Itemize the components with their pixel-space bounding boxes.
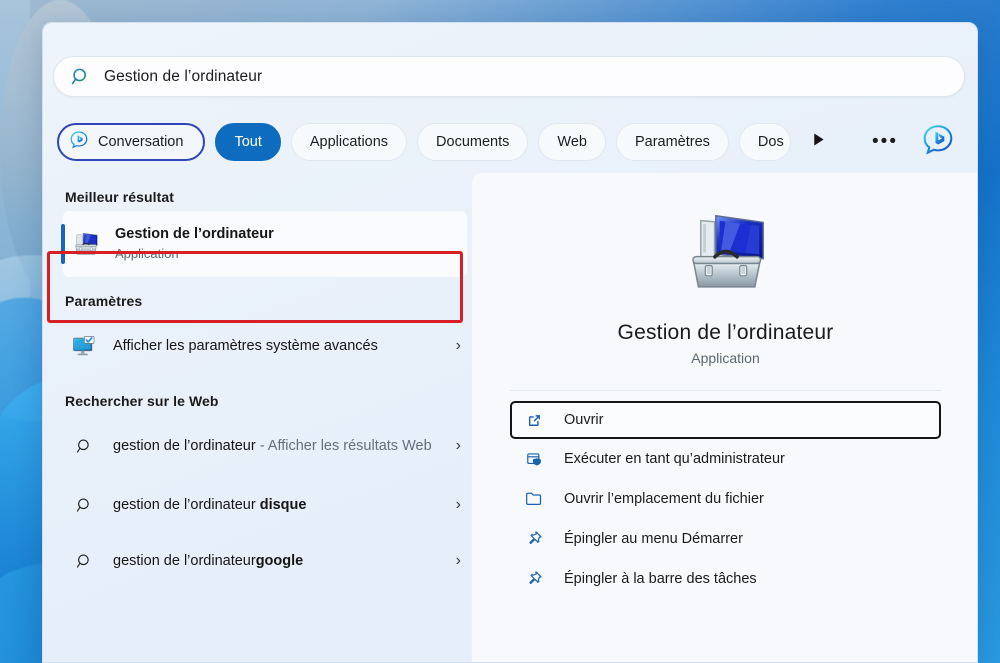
result-query-part: gestion de l’ordinateur [113, 496, 260, 513]
filter-chip-web[interactable]: Web [538, 123, 606, 161]
filter-chip-label: Web [557, 134, 587, 150]
filter-chip-parametres[interactable]: Paramètres [615, 123, 729, 161]
filter-chip-applications[interactable]: Applications [290, 123, 408, 161]
result-keyword-part: disque [259, 496, 307, 513]
chevron-right-icon: › [455, 496, 461, 513]
action-label: Épingler à la barre des tâches [564, 571, 757, 587]
search-query-text: Gestion de l’ordinateur [104, 67, 263, 85]
results-list: Meilleur résultat Gestion de l’ordinateu… [43, 173, 471, 662]
group-header-parametres: Paramètres [65, 293, 143, 309]
action-open-file-location[interactable]: Ouvrir l’emplacement du fichier [510, 479, 941, 519]
result-web-suggestion-3[interactable]: gestion de l’ordinateurgoogle › [61, 533, 471, 589]
filter-chip-label: Documents [436, 134, 510, 150]
result-title: gestion de l’ordinateur - Afficher les r… [113, 437, 448, 456]
app-preview-pane: Gestion de l’ordinateur Application Ouvr… [471, 173, 977, 662]
filter-chip-bar: Conversation Tout Applications Documents… [53, 116, 965, 168]
filter-chip-conversation[interactable]: Conversation [57, 123, 206, 161]
result-web-suggestion-2[interactable]: gestion de l’ordinateur disque › [61, 477, 471, 533]
selection-indicator-bar [61, 224, 65, 264]
bing-chat-button[interactable] [918, 122, 958, 162]
action-label: Ouvrir l’emplacement du fichier [564, 491, 764, 507]
filter-chip-label: Applications [309, 134, 389, 150]
folder-icon [522, 489, 546, 509]
search-icon [67, 496, 101, 515]
action-run-as-administrator[interactable]: Exécuter en tant qu’administrateur [510, 439, 941, 479]
system-settings-icon [67, 332, 101, 360]
filter-chip-label: Dos [757, 134, 784, 150]
result-subtitle: Application [115, 246, 179, 261]
group-header-best-match: Meilleur résultat [65, 189, 175, 205]
filter-chip-label: Tout [234, 134, 262, 150]
chevron-right-icon: › [455, 437, 461, 454]
divider [510, 390, 941, 391]
result-suffix-part: - Afficher les résultats Web [255, 437, 432, 454]
app-kind-label: Application [691, 350, 760, 366]
play-triangle-icon [810, 131, 827, 153]
bing-chat-icon [69, 130, 89, 154]
app-actions-list: Ouvrir Exécuter en tant qu’administrateu… [510, 401, 941, 599]
bing-chat-icon [921, 123, 955, 162]
computer-management-icon [69, 229, 103, 259]
result-keyword-part: google [255, 552, 304, 569]
app-hero: Gestion de l’ordinateur Application [472, 205, 977, 366]
chevron-right-icon: › [455, 552, 461, 569]
action-label: Épingler au menu Démarrer [564, 531, 743, 547]
result-best-match-gestion-ordinateur[interactable]: Gestion de l’ordinateur Application [61, 211, 467, 277]
search-flyout-panel: Gestion de l’ordinateur Conversation Tou… [42, 22, 978, 663]
filter-chip-documents[interactable]: Documents [417, 123, 529, 161]
filter-chip-label: Conversation [98, 134, 184, 150]
app-title: Gestion de l’ordinateur [617, 321, 834, 344]
filter-chip-scroll-area: Conversation Tout Applications Documents… [53, 116, 795, 168]
result-title: gestion de l’ordinateurgoogle [113, 552, 448, 571]
search-icon [67, 437, 101, 456]
search-icon [70, 66, 92, 88]
computer-management-icon [678, 205, 774, 301]
result-web-suggestion-1[interactable]: gestion de l’ordinateur - Afficher les r… [61, 415, 471, 477]
filter-chip-label: Paramètres [634, 134, 710, 150]
search-input[interactable]: Gestion de l’ordinateur [53, 56, 965, 97]
result-title: Gestion de l’ordinateur [115, 226, 274, 242]
result-title: gestion de l’ordinateur disque [113, 496, 448, 515]
result-query-part: gestion de l’ordinateur [113, 552, 256, 569]
result-query-part: gestion de l’ordinateur [113, 437, 256, 454]
result-title: Afficher les paramètres système avancés [113, 337, 378, 354]
pin-icon [522, 569, 546, 589]
chevron-right-icon: › [455, 337, 461, 354]
filter-chip-dossiers[interactable]: Dos [738, 123, 791, 161]
group-header-web-search: Rechercher sur le Web [65, 393, 219, 409]
action-pin-to-taskbar[interactable]: Épingler à la barre des tâches [510, 559, 941, 599]
filter-chip-tout[interactable]: Tout [215, 123, 281, 161]
scroll-forward-button[interactable] [801, 125, 835, 159]
shield-window-icon [522, 450, 546, 469]
action-open[interactable]: Ouvrir [510, 401, 941, 439]
pin-icon [522, 529, 546, 549]
ellipsis-icon: ••• [872, 131, 898, 152]
search-icon [67, 552, 101, 571]
overflow-more-button[interactable]: ••• [868, 125, 902, 159]
text-caret [263, 68, 264, 86]
action-label: Exécuter en tant qu’administrateur [564, 451, 785, 467]
open-external-icon [522, 411, 546, 430]
result-parametres-systeme-avances[interactable]: Afficher les paramètres système avancés … [61, 315, 471, 377]
action-label: Ouvrir [564, 412, 604, 428]
action-pin-to-start[interactable]: Épingler au menu Démarrer [510, 519, 941, 559]
